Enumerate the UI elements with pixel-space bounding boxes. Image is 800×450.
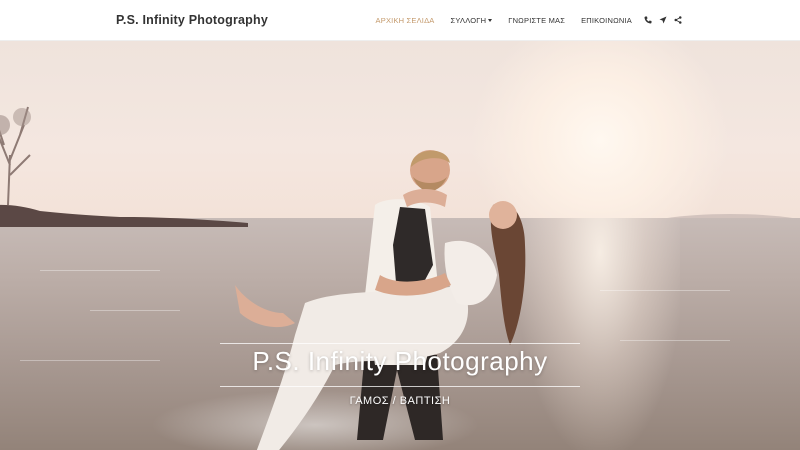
nav-item-home[interactable]: ΑΡΧΙΚΗ ΣΕΛΙΔΑ xyxy=(376,16,435,25)
hero-title: P.S. Infinity Photography xyxy=(252,346,548,376)
hero-ripple xyxy=(620,340,730,341)
nav-icons xyxy=(644,16,682,24)
location-arrow-icon[interactable] xyxy=(659,16,667,24)
main-nav: ΑΡΧΙΚΗ ΣΕΛΙΔΑ ΣΥΛΛΟΓΗ ΓΝΩΡΙΣΤΕ ΜΑΣ ΕΠΙΚΟ… xyxy=(376,0,682,40)
hero-ripple xyxy=(40,270,160,271)
nav-item-about[interactable]: ΓΝΩΡΙΣΤΕ ΜΑΣ xyxy=(508,16,565,25)
hero-tree xyxy=(0,95,40,205)
phone-icon[interactable] xyxy=(644,16,652,24)
hero-rule-top xyxy=(220,343,580,344)
nav-item-collection-label: ΣΥΛΛΟΓΗ xyxy=(450,15,487,25)
nav-item-contact[interactable]: ΕΠΙΚΟΙΝΩΝΙΑ xyxy=(581,16,632,25)
top-navbar: P.S. Infinity Photography ΑΡΧΙΚΗ ΣΕΛΙΔΑ … xyxy=(0,0,800,41)
site-brand-link[interactable]: P.S. Infinity Photography xyxy=(116,0,268,40)
hero-banner xyxy=(0,40,800,450)
hero-rule-bottom xyxy=(220,386,580,387)
hero-ripple xyxy=(90,310,180,311)
hero-ripple xyxy=(600,290,730,291)
nav-item-collection-dropdown[interactable]: ΣΥΛΛΟΓΗ xyxy=(451,16,493,25)
caret-down-icon xyxy=(488,19,493,23)
hero-subtitle: ΓΑΜΟΣ / ΒΑΠΤΙΣΗ xyxy=(349,395,451,407)
share-icon[interactable] xyxy=(674,16,682,24)
